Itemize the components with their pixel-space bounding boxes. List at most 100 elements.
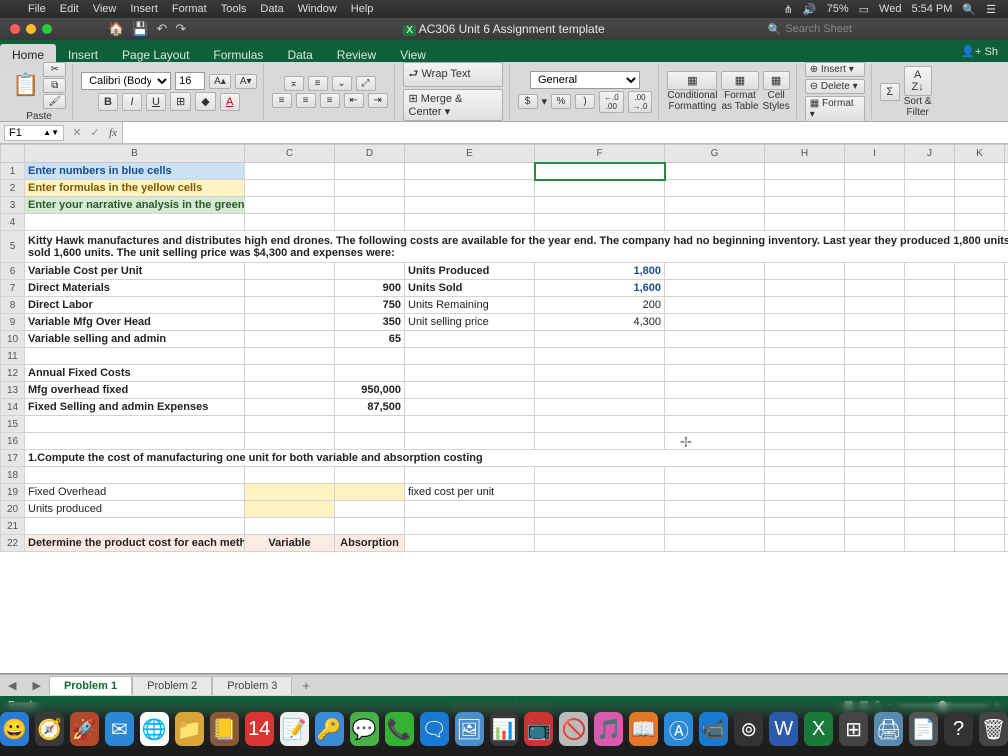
cell-K16[interactable] <box>955 433 1005 450</box>
cell-E15[interactable] <box>405 416 535 433</box>
cell-B11[interactable] <box>25 348 245 365</box>
row-header-17[interactable]: 17 <box>1 450 25 467</box>
cell-F9[interactable]: 4,300 <box>535 314 665 331</box>
cell-L2[interactable] <box>1005 180 1008 197</box>
cell-H7[interactable] <box>765 280 845 297</box>
cell-I19[interactable] <box>845 484 905 501</box>
select-all-corner[interactable] <box>1 145 25 163</box>
cell-C2[interactable] <box>245 180 335 197</box>
cell-J15[interactable] <box>905 416 955 433</box>
cell-L21[interactable] <box>1005 518 1008 535</box>
cell-H6[interactable] <box>765 263 845 280</box>
cell-I6[interactable] <box>845 263 905 280</box>
cell-K20[interactable] <box>955 501 1005 518</box>
cell-D20[interactable] <box>335 501 405 518</box>
cell-E11[interactable] <box>405 348 535 365</box>
cell-B8[interactable]: Direct Labor <box>25 297 245 314</box>
cell-F1[interactable] <box>535 163 665 180</box>
close-button[interactable] <box>10 24 20 34</box>
volume-icon[interactable]: 🔊 <box>803 3 817 16</box>
row-header-15[interactable]: 15 <box>1 416 25 433</box>
cell-F7[interactable]: 1,600 <box>535 280 665 297</box>
align-center-button[interactable]: ≡ <box>296 93 316 108</box>
cell-H16[interactable] <box>765 433 845 450</box>
cell-L17[interactable] <box>1005 450 1008 467</box>
cell-J1[interactable] <box>905 163 955 180</box>
sheet-nav-next[interactable]: ▶ <box>24 679 48 692</box>
cell-G11[interactable] <box>665 348 765 365</box>
align-right-button[interactable]: ≡ <box>320 93 340 108</box>
cell-B15[interactable] <box>25 416 245 433</box>
cell-B10[interactable]: Variable selling and admin <box>25 331 245 348</box>
cell-H21[interactable] <box>765 518 845 535</box>
cell-J7[interactable] <box>905 280 955 297</box>
cell-F22[interactable] <box>535 535 665 552</box>
dock-app-20[interactable]: 📹 <box>699 712 728 746</box>
cell-F15[interactable] <box>535 416 665 433</box>
dock-app-15[interactable]: 📺 <box>524 712 553 746</box>
cell-G19[interactable] <box>665 484 765 501</box>
cell-K11[interactable] <box>955 348 1005 365</box>
cell-H13[interactable] <box>765 382 845 399</box>
battery-icon[interactable]: ▭ <box>859 3 869 16</box>
cell-C20[interactable] <box>245 501 335 518</box>
save-icon[interactable]: 💾 <box>132 21 148 37</box>
cell-E1[interactable] <box>405 163 535 180</box>
fx-icon[interactable]: fx <box>104 127 122 139</box>
cell-L9[interactable] <box>1005 314 1008 331</box>
dock-app-23[interactable]: X <box>804 712 833 746</box>
cell-F10[interactable] <box>535 331 665 348</box>
dock-app-17[interactable]: 🎵 <box>594 712 623 746</box>
cell-C22[interactable]: Variable <box>245 535 335 552</box>
cell-H19[interactable] <box>765 484 845 501</box>
dock-app-26[interactable]: 📄 <box>909 712 938 746</box>
cell-D22[interactable]: Absorption <box>335 535 405 552</box>
cell-C3[interactable] <box>245 197 335 214</box>
col-header-B[interactable]: B <box>25 145 245 163</box>
row-header-20[interactable]: 20 <box>1 501 25 518</box>
cell-H9[interactable] <box>765 314 845 331</box>
cell-L15[interactable] <box>1005 416 1008 433</box>
delete-cells-button[interactable]: ⊖ Delete ▾ <box>805 79 865 94</box>
italic-button[interactable]: I <box>122 93 142 111</box>
cell-L22[interactable] <box>1005 535 1008 552</box>
cell-G2[interactable] <box>665 180 765 197</box>
cell-D9[interactable]: 350 <box>335 314 405 331</box>
ribbon-tab-data[interactable]: Data <box>275 44 324 66</box>
wifi-icon[interactable]: ⋔ <box>784 3 793 16</box>
row-header-18[interactable]: 18 <box>1 467 25 484</box>
cell-L7[interactable] <box>1005 280 1008 297</box>
dock-app-0[interactable]: 😀 <box>0 712 29 746</box>
cell-J6[interactable] <box>905 263 955 280</box>
cell-C4[interactable] <box>245 214 335 231</box>
dock-app-24[interactable]: ⊞ <box>839 712 868 746</box>
cell-B6[interactable]: Variable Cost per Unit <box>25 263 245 280</box>
row-header-7[interactable]: 7 <box>1 280 25 297</box>
cell-H17[interactable] <box>765 450 845 467</box>
cell-F4[interactable] <box>535 214 665 231</box>
row-header-2[interactable]: 2 <box>1 180 25 197</box>
cell-E12[interactable] <box>405 365 535 382</box>
cell-J19[interactable] <box>905 484 955 501</box>
paste-icon[interactable]: 📋 <box>12 72 39 98</box>
dock-app-9[interactable]: 🔑 <box>315 712 344 746</box>
cell-D11[interactable] <box>335 348 405 365</box>
cell-D10[interactable]: 65 <box>335 331 405 348</box>
autosum-button[interactable]: Σ <box>880 83 900 101</box>
format-cells-button[interactable]: ▦ Format ▾ <box>805 96 865 122</box>
dock-app-18[interactable]: 📖 <box>629 712 658 746</box>
cell-H4[interactable] <box>765 214 845 231</box>
cell-E2[interactable] <box>405 180 535 197</box>
sheet-tab-problem-1[interactable]: Problem 1 <box>49 676 132 695</box>
cell-H3[interactable] <box>765 197 845 214</box>
share-button[interactable]: 👤+ Sh <box>951 41 1008 62</box>
cell-D12[interactable] <box>335 365 405 382</box>
sheet-tab-problem-2[interactable]: Problem 2 <box>132 676 212 695</box>
cell-F8[interactable]: 200 <box>535 297 665 314</box>
col-header-H[interactable]: H <box>765 145 845 163</box>
col-header-L[interactable]: L <box>1005 145 1008 163</box>
cell-F14[interactable] <box>535 399 665 416</box>
cell-H11[interactable] <box>765 348 845 365</box>
cell-G18[interactable] <box>665 467 765 484</box>
menu-insert[interactable]: Insert <box>130 3 158 15</box>
